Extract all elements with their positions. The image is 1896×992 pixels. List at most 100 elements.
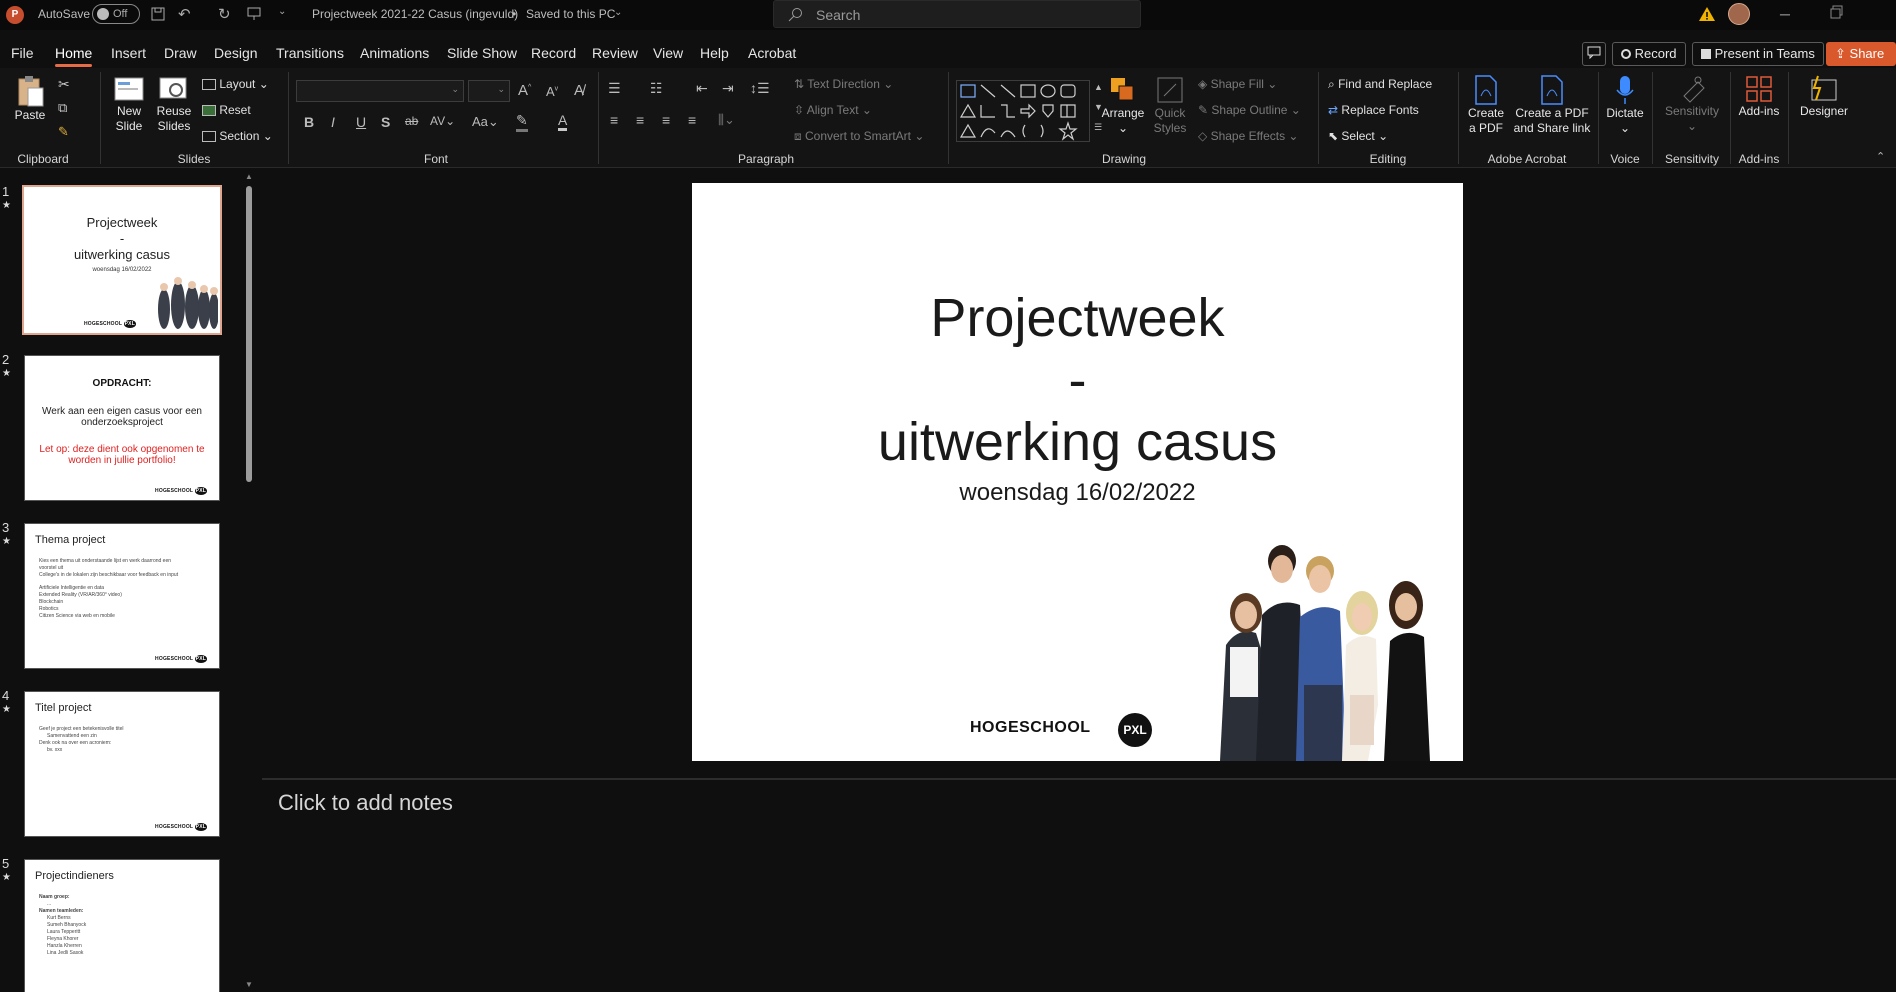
bold-icon[interactable]: B <box>304 114 314 130</box>
align-text-button[interactable]: ⇳ Align Text ⌄ <box>794 103 872 117</box>
copy-icon[interactable]: ⧉ <box>58 100 67 116</box>
collapse-ribbon-icon[interactable]: ⌃ <box>1876 150 1885 163</box>
strikethrough-icon[interactable]: ab <box>405 114 418 128</box>
text-direction-button[interactable]: ⇅ Text Direction ⌄ <box>794 77 893 91</box>
tab-record[interactable]: Record <box>531 45 576 61</box>
layout-button[interactable]: Layout ⌄ <box>202 77 269 91</box>
slide-thumbnail-4[interactable]: Titel project Geef je project een beteke… <box>24 691 220 837</box>
paste-button[interactable]: Paste <box>12 74 48 123</box>
scroll-down-icon[interactable]: ▼ <box>245 980 253 989</box>
tab-animations[interactable]: Animations <box>360 45 429 61</box>
cut-icon[interactable]: ✂ <box>58 76 70 93</box>
pxl-logo-badge: PXL <box>1118 713 1152 747</box>
italic-icon[interactable]: I <box>331 114 335 130</box>
shape-outline-button[interactable]: ✎ Shape Outline ⌄ <box>1198 103 1301 117</box>
autosave-toggle[interactable]: Off <box>92 4 140 24</box>
font-size-combo[interactable]: ⌄ <box>468 80 510 102</box>
create-pdf-button[interactable]: Create a PDF <box>1464 74 1508 136</box>
section-button[interactable]: Section ⌄ <box>202 129 273 143</box>
character-spacing-icon[interactable]: AV⌄ <box>430 114 455 128</box>
slide-thumbnail-5[interactable]: Projectindieners Naam groep: ... Namen t… <box>24 859 220 992</box>
add-ins-button[interactable]: Add-ins <box>1734 74 1784 119</box>
quick-styles-button[interactable]: Quick Styles <box>1150 74 1190 136</box>
clear-formatting-icon[interactable]: A̸ <box>574 82 584 99</box>
current-slide[interactable]: Projectweek - uitwerking casus woensdag … <box>692 183 1463 761</box>
tab-review[interactable]: Review <box>592 45 638 61</box>
new-slide-button[interactable]: New Slide <box>108 74 150 134</box>
tab-design[interactable]: Design <box>214 45 258 61</box>
increase-font-icon[interactable]: A^ <box>518 82 531 99</box>
shape-effects-button[interactable]: ◇ Shape Effects ⌄ <box>1198 129 1298 143</box>
present-from-start-icon[interactable] <box>246 6 262 22</box>
tab-acrobat[interactable]: Acrobat <box>748 45 796 61</box>
designer-button[interactable]: Designer <box>1794 74 1854 119</box>
comments-button[interactable] <box>1582 42 1606 66</box>
search-box[interactable]: Search <box>773 0 1141 28</box>
create-share-pdf-button[interactable]: Create a PDF and Share link <box>1510 74 1594 136</box>
record-button[interactable]: Record <box>1612 42 1686 66</box>
slide-thumbnail-1[interactable]: Projectweek - uitwerking casus woensdag … <box>22 185 222 335</box>
reuse-slides-button[interactable]: Reuse Slides <box>154 74 194 134</box>
shape-fill-button[interactable]: ◈ Shape Fill ⌄ <box>1198 77 1277 91</box>
students-group-photo[interactable] <box>1208 535 1463 761</box>
underline-icon[interactable]: U <box>356 114 366 130</box>
slide-title[interactable]: Projectweek - uitwerking casus <box>692 287 1463 473</box>
tab-transitions[interactable]: Transitions <box>276 45 344 61</box>
decrease-font-icon[interactable]: Av <box>546 84 558 99</box>
tab-help[interactable]: Help <box>700 45 729 61</box>
scroll-up-icon[interactable]: ▲ <box>245 172 253 181</box>
tab-view[interactable]: View <box>653 45 683 61</box>
dictate-button[interactable]: Dictate ⌄ <box>1602 74 1648 136</box>
font-color-icon[interactable]: A <box>558 112 568 131</box>
align-center-icon[interactable]: ≡ <box>636 112 644 128</box>
scrollbar-thumb[interactable] <box>246 186 252 482</box>
shape-fill-icon: ◈ <box>1198 77 1208 91</box>
notes-pane[interactable]: Click to add notes <box>262 780 1896 992</box>
sensitivity-button[interactable]: Sensitivity ⌄ <box>1656 74 1728 134</box>
increase-indent-icon[interactable]: ⇥ <box>722 80 734 97</box>
convert-smartart-button[interactable]: ⧈ Convert to SmartArt ⌄ <box>794 129 924 144</box>
arrange-button[interactable]: Arrange ⌄ <box>1100 74 1146 136</box>
font-family-combo[interactable]: ⌄ <box>296 80 464 102</box>
minimize-icon[interactable]: ─ <box>1780 6 1790 22</box>
save-icon[interactable] <box>150 6 166 22</box>
chevron-down-icon: ⌄ <box>614 7 623 18</box>
shapes-gallery[interactable] <box>956 80 1090 142</box>
change-case-icon[interactable]: Aa⌄ <box>472 114 499 130</box>
tab-slide-show[interactable]: Slide Show <box>447 45 517 61</box>
numbering-icon[interactable]: ☷ <box>650 80 663 97</box>
redo-icon[interactable]: ↻ <box>218 5 231 23</box>
drawing-group-label: Drawing <box>1101 152 1147 166</box>
line-spacing-icon[interactable]: ↕☰ <box>750 80 770 97</box>
tab-draw[interactable]: Draw <box>164 45 197 61</box>
align-left-icon[interactable]: ≡ <box>610 112 618 128</box>
tab-insert[interactable]: Insert <box>111 45 146 61</box>
replace-fonts-button[interactable]: ⇄ Replace Fonts <box>1328 103 1419 117</box>
format-painter-icon[interactable]: ✎ <box>58 124 69 140</box>
align-right-icon[interactable]: ≡ <box>662 112 670 128</box>
bullets-icon[interactable]: ☰ <box>608 80 621 97</box>
user-avatar[interactable] <box>1728 3 1750 25</box>
present-in-teams-button[interactable]: Present in Teams <box>1692 42 1824 66</box>
document-title[interactable]: Projectweek 2021-22 Casus (ingevuld) <box>312 7 518 21</box>
tab-file[interactable]: File <box>11 45 34 61</box>
shadow-icon[interactable]: S <box>381 114 390 130</box>
restore-icon[interactable] <box>1830 5 1844 19</box>
warning-icon[interactable] <box>1698 5 1716 23</box>
slide-subtitle[interactable]: woensdag 16/02/2022 <box>692 479 1463 507</box>
tab-home[interactable]: Home <box>55 45 93 67</box>
undo-icon[interactable]: ↶ <box>178 5 191 23</box>
find-replace-button[interactable]: ⌕ Find and Replace <box>1328 77 1432 92</box>
justify-icon[interactable]: ≡ <box>688 112 696 128</box>
slide-thumbnail-2[interactable]: OPDRACHT: Werk aan een eigen casus voor … <box>24 355 220 501</box>
reset-button[interactable]: Reset <box>202 103 251 117</box>
columns-icon[interactable]: ⫼⌄ <box>718 112 735 128</box>
highlight-icon[interactable]: ✎ <box>516 112 528 132</box>
decrease-indent-icon[interactable]: ⇤ <box>696 80 708 97</box>
save-status[interactable]: Saved to this PC <box>526 7 615 21</box>
share-button[interactable]: ⇪ Share <box>1826 42 1896 66</box>
slide-thumbnail-3[interactable]: Thema project Kies een thema uit onderst… <box>24 523 220 669</box>
select-button[interactable]: ⬉ Select ⌄ <box>1328 129 1388 143</box>
powerpoint-logo-icon[interactable]: P <box>6 6 24 24</box>
customize-qat-icon[interactable]: ⌄ <box>278 6 286 17</box>
